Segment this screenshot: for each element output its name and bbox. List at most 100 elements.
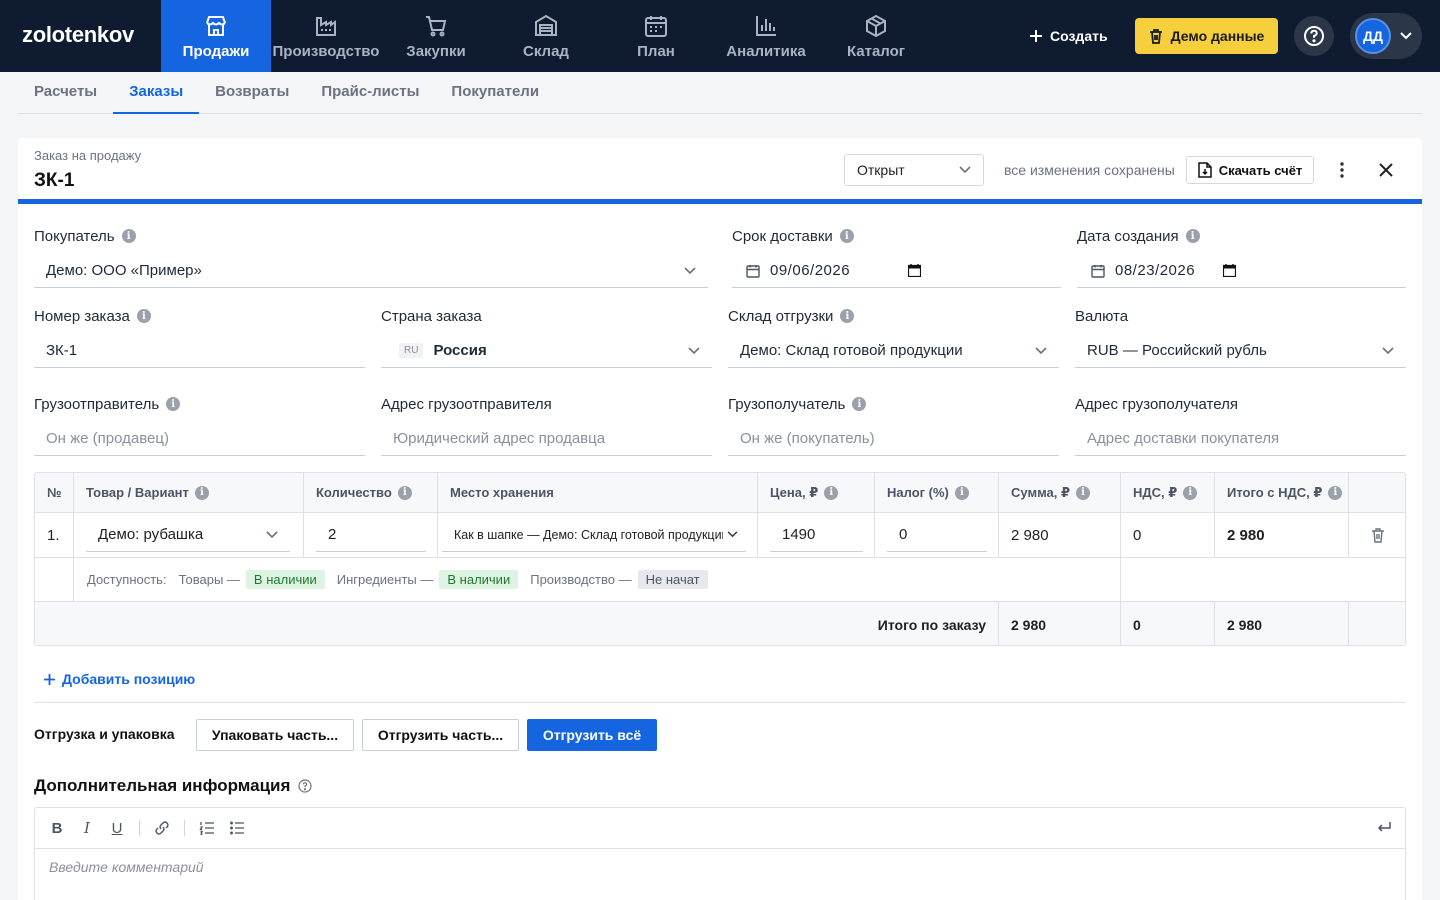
pack-part-button[interactable]: Упаковать часть... (196, 719, 354, 751)
tab-settlements[interactable]: Расчеты (18, 73, 113, 114)
status-badge: Не начат (637, 570, 708, 589)
demo-data-button[interactable]: Демо данные (1135, 18, 1278, 54)
ship-part-button[interactable]: Отгрузить часть... (362, 719, 519, 751)
chevron-down-icon (727, 531, 738, 538)
buyer-label: Покупатель (34, 227, 115, 245)
add-position-label: Добавить позицию (62, 671, 196, 687)
buyer-field: Покупатель i Демо: ООО «Пример» (34, 226, 708, 288)
country-label: Страна заказа (381, 307, 482, 325)
nav-item-production[interactable]: Производство (271, 0, 381, 72)
add-position-button[interactable]: Добавить позицию (44, 671, 195, 687)
col-header-location: Место хранения (438, 473, 758, 513)
country-select[interactable]: RU Россия (381, 334, 712, 368)
consignee-address-field: Адрес грузополучателя Адрес доставки пок… (1075, 394, 1406, 456)
nav-item-warehouse[interactable]: Склад (491, 0, 601, 72)
vat-cell: 0 (1121, 513, 1215, 557)
info-icon[interactable]: i (954, 485, 969, 500)
warehouse-select[interactable]: Демо: Склад готовой продукции (728, 334, 1059, 368)
col-header-label: Налог (%) (887, 485, 949, 500)
status-value: Открыт (857, 162, 905, 178)
italic-icon[interactable]: I (79, 819, 95, 837)
warehouse-label: Склад отгрузки (728, 307, 834, 325)
info-icon[interactable]: i (121, 229, 136, 243)
bullet-list-icon[interactable] (229, 820, 245, 836)
order-header: Заказ на продажу ЗК-1 Открыт все изменен… (18, 138, 1422, 204)
shipper-address-label: Адрес грузоотправителя (381, 395, 552, 413)
totals-vat: 0 (1121, 602, 1215, 645)
plus-icon (1030, 30, 1042, 42)
info-icon[interactable]: i (1328, 485, 1343, 500)
col-header-label: НДС, ₽ (1133, 484, 1178, 500)
tab-buyers[interactable]: Покупатели (435, 73, 555, 114)
info-icon[interactable]: i (136, 309, 151, 323)
nav-item-plan[interactable]: План (601, 0, 711, 72)
info-icon[interactable]: i (840, 309, 855, 323)
tab-returns[interactable]: Возвраты (199, 73, 305, 114)
price-input[interactable]: 1490 (770, 518, 863, 552)
tax-input[interactable]: 0 (887, 518, 987, 552)
calendar-icon (1091, 264, 1105, 278)
consignee-address-input[interactable]: Адрес доставки покупателя (1075, 422, 1406, 456)
nav-item-purchases[interactable]: Закупки (381, 0, 491, 72)
qty-input[interactable]: 2 (316, 518, 426, 552)
created-date-value: 08/23/2026 (1115, 262, 1196, 279)
close-button[interactable] (1374, 158, 1398, 182)
ordered-list-icon[interactable] (199, 820, 215, 836)
avatar: ДД (1355, 18, 1391, 54)
more-options-button[interactable] (1332, 158, 1352, 182)
cart-icon (426, 15, 447, 36)
shipper-label: Грузоотправитель (34, 395, 160, 413)
info-icon[interactable]: i (1183, 485, 1198, 500)
user-menu[interactable]: ДД (1350, 13, 1422, 59)
shipper-input[interactable]: Он же (продавец) (34, 422, 365, 456)
delete-row-button[interactable] (1349, 513, 1405, 557)
date-picker-icon[interactable] (908, 264, 922, 277)
tab-orders[interactable]: Заказы (113, 73, 200, 114)
buyer-select[interactable]: Демо: ООО «Пример» (34, 254, 708, 288)
chevron-down-icon (684, 266, 696, 274)
comment-input[interactable]: Введите комментарий (35, 849, 1405, 885)
help-icon[interactable] (298, 779, 312, 793)
info-icon[interactable]: i (824, 485, 839, 500)
nav-label: Каталог (846, 42, 906, 60)
tab-price-lists[interactable]: Прайс-листы (305, 73, 435, 114)
delivery-date-label: Срок доставки (732, 227, 833, 245)
created-date-input[interactable]: 08/23/2026 (1077, 254, 1406, 288)
ship-all-button[interactable]: Отгрузить всё (527, 719, 657, 751)
app-logo[interactable]: zolotenkov (22, 22, 134, 48)
enter-icon[interactable] (1377, 820, 1391, 834)
underline-icon[interactable]: U (109, 820, 125, 837)
create-button[interactable]: Создать (1018, 18, 1120, 54)
delivery-date-input[interactable]: 09/06/2026 (732, 254, 1061, 288)
currency-select[interactable]: RUB — Российский рубль (1075, 334, 1406, 368)
comment-editor: B I U Введите комментарий (34, 807, 1406, 900)
nav-item-catalog[interactable]: Каталог (821, 0, 931, 72)
info-icon[interactable]: i (1185, 229, 1200, 243)
help-button[interactable] (1294, 16, 1334, 56)
shipper-address-input[interactable]: Юридический адрес продавца (381, 422, 712, 456)
trash-icon (1149, 29, 1162, 44)
col-header-label: Сумма, ₽ (1011, 484, 1071, 500)
download-invoice-button[interactable]: Скачать счёт (1186, 156, 1314, 184)
info-icon[interactable]: i (166, 397, 181, 411)
info-icon[interactable]: i (1076, 485, 1091, 500)
info-icon[interactable]: i (194, 485, 209, 500)
info-icon[interactable]: i (852, 397, 867, 411)
nav-item-sales[interactable]: Продажи (161, 0, 271, 72)
info-icon[interactable]: i (397, 485, 412, 500)
order-items-table: № Товар / Вариант i Количество i Место хра… (34, 472, 1406, 646)
col-header-num: № (35, 473, 74, 513)
bold-icon[interactable]: B (49, 820, 65, 837)
trash-icon (1372, 528, 1384, 543)
product-select[interactable]: Демо: рубашка (86, 518, 290, 552)
col-header-product: Товар / Вариант i (74, 473, 304, 513)
nav-item-analytics[interactable]: Аналитика (711, 0, 821, 72)
consignee-input[interactable]: Он же (покупатель) (728, 422, 1059, 456)
status-select[interactable]: Открыт (844, 154, 984, 186)
order-number-input[interactable]: ЗК-1 (34, 334, 365, 368)
info-icon[interactable]: i (839, 229, 854, 243)
question-icon (1304, 26, 1324, 46)
link-icon[interactable] (154, 820, 170, 836)
date-picker-icon[interactable] (1223, 264, 1237, 277)
location-select[interactable]: Как в шапке — Демо: Склад готовой продук… (442, 518, 746, 552)
